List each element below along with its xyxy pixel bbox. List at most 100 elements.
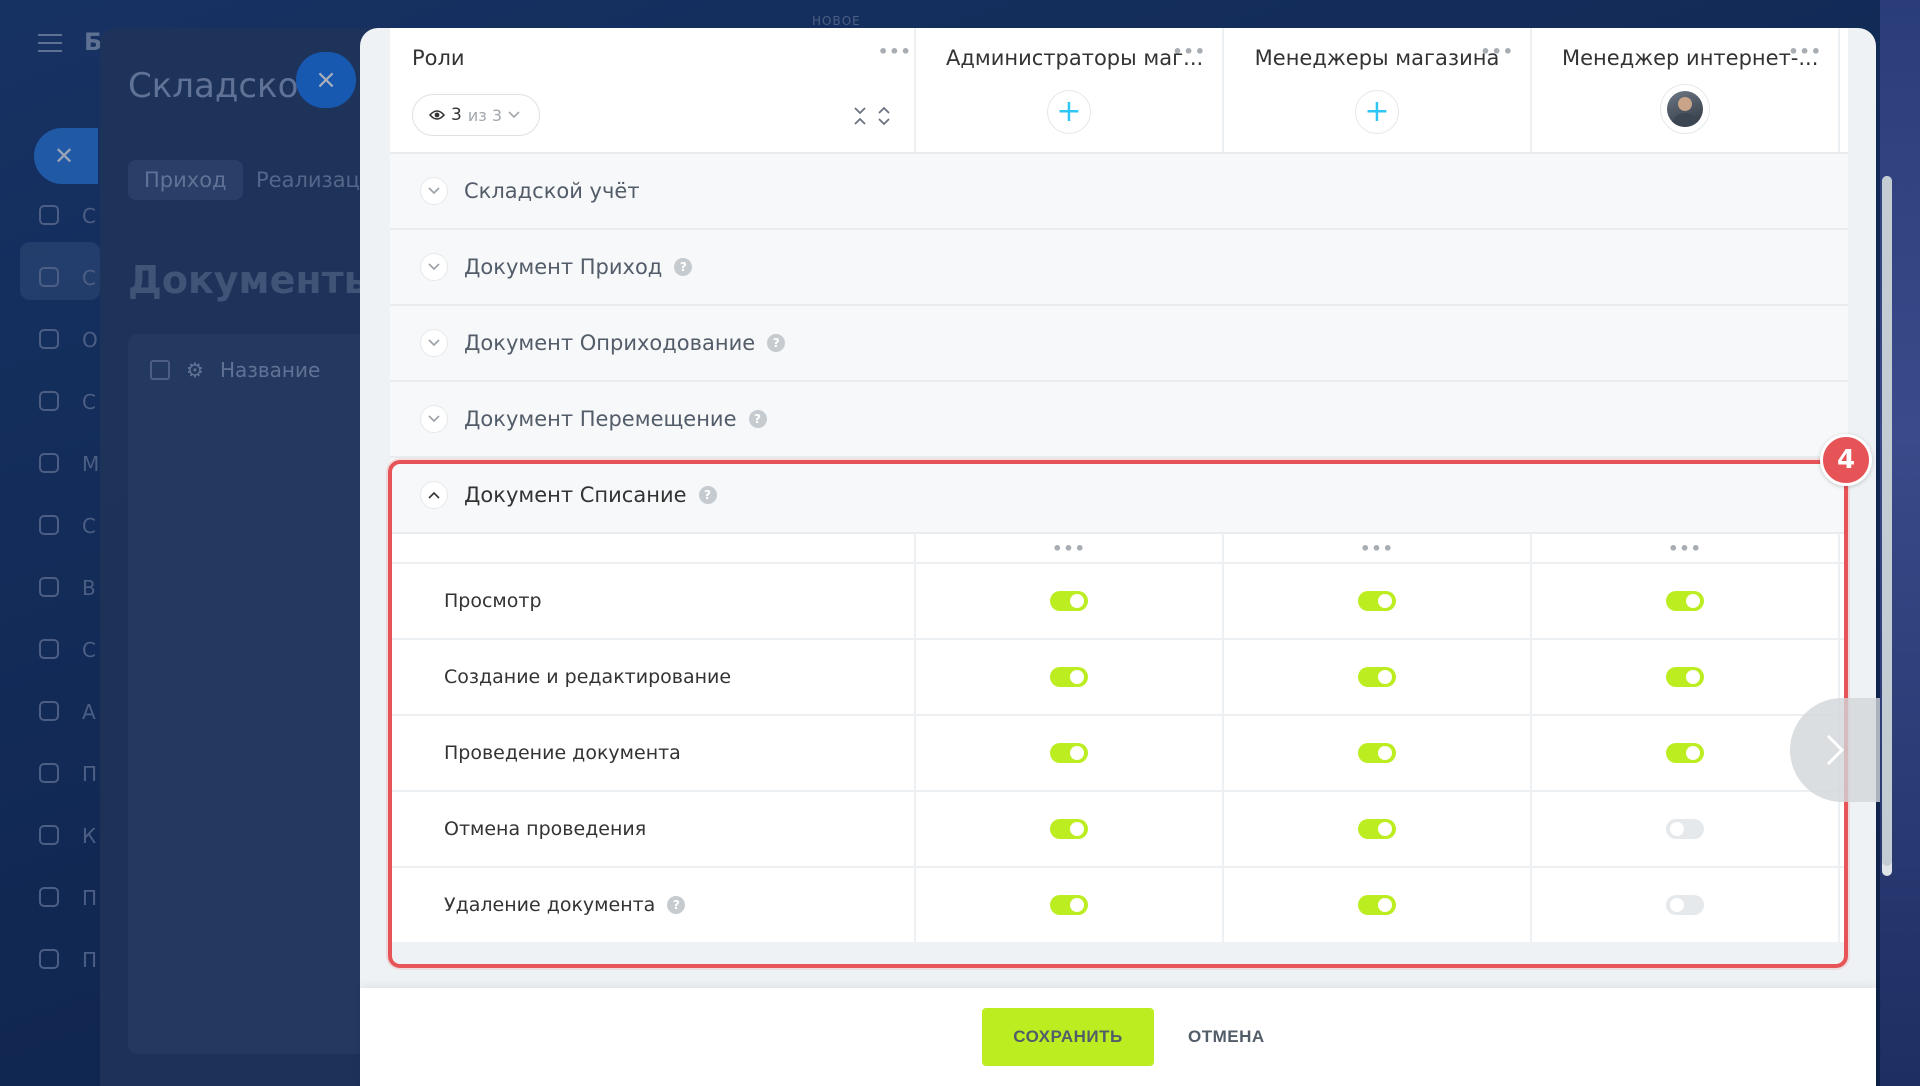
permission-cell: [1532, 640, 1840, 714]
permission-label: Проведение документа: [444, 742, 681, 764]
permission-row: Проведение документа: [390, 714, 1848, 790]
permission-cell: [916, 564, 1224, 638]
permission-toggle[interactable]: [1666, 591, 1704, 611]
permission-name-cell: Отмена проведения: [390, 792, 916, 866]
collapse-all-icon[interactable]: [852, 106, 868, 126]
permission-label: Отмена проведения: [444, 818, 647, 840]
more-icon[interactable]: •••: [1668, 539, 1702, 558]
visible-roles-total: из 3: [467, 105, 502, 125]
permission-toggle[interactable]: [1666, 895, 1704, 915]
permission-row: Отмена проведения: [390, 790, 1848, 866]
chevron-down-icon[interactable]: [420, 329, 448, 357]
section-title: Документ Списание: [464, 483, 687, 507]
permissions-subheader: ••• ••• •••: [390, 532, 1848, 562]
permission-cell: [1224, 792, 1532, 866]
roles-header-cell: Роли ••• 3 из 3: [390, 28, 916, 152]
permission-name-cell: Просмотр: [390, 564, 916, 638]
permission-toggle[interactable]: [1358, 667, 1396, 687]
scrollbar-thumb[interactable]: [1882, 176, 1892, 866]
permission-toggle[interactable]: [1666, 819, 1704, 839]
permission-row: Удаление документа?: [390, 866, 1848, 942]
help-icon[interactable]: ?: [698, 486, 717, 504]
user-avatar[interactable]: [1660, 84, 1710, 134]
permission-toggle[interactable]: [1050, 895, 1088, 915]
section-row[interactable]: Документ Оприходование?: [390, 304, 1848, 380]
section-row[interactable]: Складской учёт: [390, 152, 1848, 228]
chevron-down-icon[interactable]: [420, 253, 448, 281]
permission-cell: [1532, 792, 1840, 866]
permission-label: Просмотр: [444, 590, 542, 612]
chevron-down-icon[interactable]: [420, 405, 448, 433]
permission-name-cell: Создание и редактирование: [390, 640, 916, 714]
permission-label: Удаление документа: [444, 894, 656, 916]
section-writeoff[interactable]: Документ Списание ?: [390, 456, 1848, 532]
role-more-icon[interactable]: •••: [1172, 42, 1206, 61]
permission-cell: [916, 640, 1224, 714]
permission-toggle[interactable]: [1358, 743, 1396, 763]
permission-cell: [916, 792, 1224, 866]
visible-roles-count: 3: [451, 105, 462, 125]
permission-cell: [916, 868, 1224, 942]
more-icon[interactable]: •••: [1360, 539, 1394, 558]
eye-icon: [429, 110, 445, 120]
permissions-grid: Роли ••• 3 из 3 Администраторы маг... ••…: [390, 28, 1848, 942]
section-title: Складской учёт: [464, 179, 640, 203]
permission-cell: [1224, 640, 1532, 714]
permission-cell: [1224, 716, 1532, 790]
chevron-right-icon: [1826, 734, 1845, 766]
roles-title: Роли: [412, 46, 465, 70]
permission-name-cell: Удаление документа?: [390, 868, 916, 942]
annotation-step-badge: 4: [1820, 434, 1872, 486]
permissions-scroll-area: Роли ••• 3 из 3 Администраторы маг... ••…: [360, 28, 1876, 988]
permission-toggle[interactable]: [1358, 591, 1396, 611]
column-actions[interactable]: •••: [1224, 534, 1532, 562]
role-permissions-slider: Роли ••• 3 из 3 Администраторы маг... ••…: [360, 28, 1876, 1086]
chevron-down-icon[interactable]: [420, 177, 448, 205]
expand-collapse-controls: [852, 106, 892, 126]
visible-roles-filter[interactable]: 3 из 3: [412, 94, 540, 136]
permission-toggle[interactable]: [1050, 667, 1088, 687]
role-column-admins: Администраторы маг... ••• +: [916, 28, 1224, 152]
role-column-managers: Менеджеры магазина ••• +: [1224, 28, 1532, 152]
help-icon[interactable]: ?: [748, 410, 767, 428]
role-more-icon[interactable]: •••: [1788, 42, 1822, 61]
more-icon[interactable]: •••: [1052, 539, 1086, 558]
permission-cell: [1224, 564, 1532, 638]
section-row[interactable]: Документ Приход?: [390, 228, 1848, 304]
chevron-up-icon[interactable]: [420, 481, 448, 509]
column-actions[interactable]: •••: [916, 534, 1224, 562]
permission-name-header: [390, 534, 916, 562]
permission-cell: [1532, 868, 1840, 942]
section-title: Документ Перемещение: [464, 407, 737, 431]
roles-more-icon[interactable]: •••: [878, 42, 912, 61]
permission-toggle[interactable]: [1050, 591, 1088, 611]
section-title: Документ Приход: [464, 255, 663, 279]
column-actions[interactable]: •••: [1532, 534, 1840, 562]
permission-toggle[interactable]: [1050, 819, 1088, 839]
expand-all-icon[interactable]: [876, 106, 892, 126]
cancel-button[interactable]: ОТМЕНА: [1170, 1008, 1283, 1066]
section-row[interactable]: Документ Перемещение?: [390, 380, 1848, 456]
save-button[interactable]: СОХРАНИТЬ: [982, 1008, 1154, 1066]
slider-footer: СОХРАНИТЬ ОТМЕНА: [360, 988, 1876, 1086]
permission-toggle[interactable]: [1358, 895, 1396, 915]
permission-name-cell: Проведение документа: [390, 716, 916, 790]
chevron-down-icon: [508, 111, 520, 119]
roles-header-row: Роли ••• 3 из 3 Администраторы маг... ••…: [390, 28, 1848, 152]
help-icon[interactable]: ?: [674, 258, 693, 276]
role-more-icon[interactable]: •••: [1480, 42, 1514, 61]
permission-toggle[interactable]: [1666, 743, 1704, 763]
help-icon[interactable]: ?: [667, 896, 686, 914]
permission-row: Просмотр: [390, 562, 1848, 638]
permission-cell: [1532, 564, 1840, 638]
help-icon[interactable]: ?: [767, 334, 786, 352]
permission-label: Создание и редактирование: [444, 666, 732, 688]
permission-toggle[interactable]: [1666, 667, 1704, 687]
permission-cell: [1224, 868, 1532, 942]
permission-cell: [916, 716, 1224, 790]
permission-toggle[interactable]: [1050, 743, 1088, 763]
permission-toggle[interactable]: [1358, 819, 1396, 839]
add-user-button[interactable]: +: [1355, 90, 1399, 134]
add-user-button[interactable]: +: [1047, 90, 1091, 134]
permission-row: Создание и редактирование: [390, 638, 1848, 714]
